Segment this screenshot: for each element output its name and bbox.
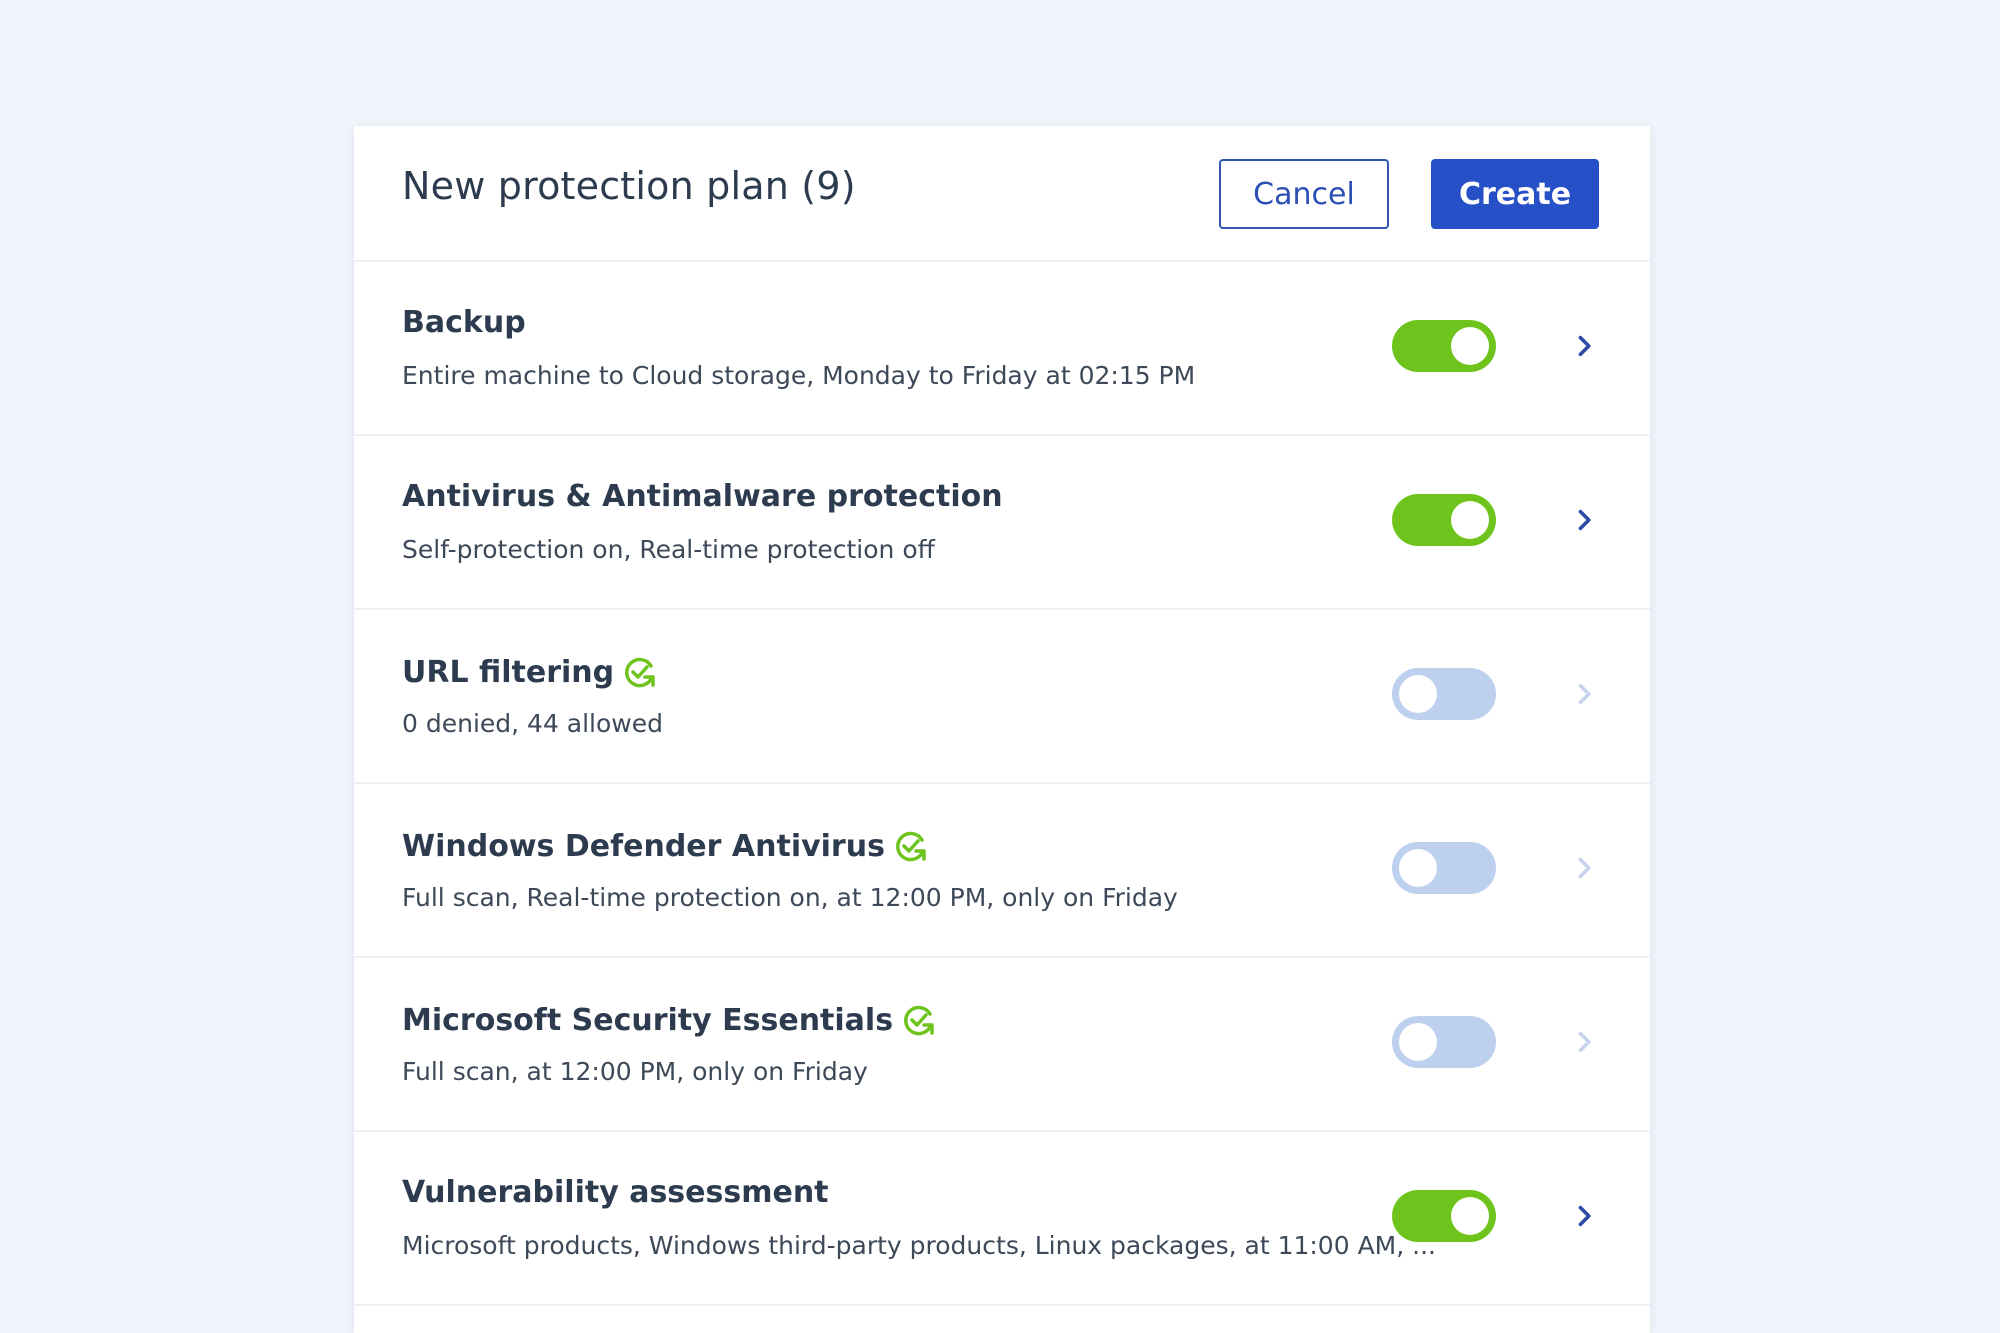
module-row-microsoft-security-essentials[interactable]: Microsoft Security Essentials Full scan, … [354, 958, 1650, 1132]
module-description-backup: Entire machine to Cloud storage, Monday … [402, 361, 1196, 390]
toggle-knob [1399, 1023, 1437, 1061]
module-description-microsoft-security-essentials: Full scan, at 12:00 PM, only on Friday [402, 1057, 868, 1086]
chevron-right-icon[interactable] [1566, 850, 1602, 886]
chevron-right-icon[interactable] [1566, 1198, 1602, 1234]
toggle-knob [1451, 327, 1489, 365]
toggle-vulnerability-assessment[interactable] [1392, 1190, 1496, 1242]
module-description-vulnerability-assessment: Microsoft products, Windows third-party … [402, 1231, 1436, 1260]
module-row-vulnerability-assessment[interactable]: Vulnerability assessment Microsoft produc… [354, 1132, 1650, 1306]
module-name-label: Microsoft Security Essentials [402, 1002, 894, 1038]
module-description-windows-defender-antivirus: Full scan, Real-time protection on, at 1… [402, 883, 1178, 912]
module-name-label: Backup [402, 305, 526, 340]
toggle-knob [1399, 849, 1437, 887]
module-name-label: URL filtering [402, 654, 615, 690]
cancel-button[interactable]: Cancel [1219, 159, 1389, 229]
toggle-microsoft-security-essentials[interactable] [1392, 1016, 1496, 1068]
sync-check-icon [625, 657, 655, 688]
module-name-microsoft-security-essentials: Microsoft Security Essentials [402, 1002, 937, 1038]
module-name-windows-defender-antivirus: Windows Defender Antivirus [402, 828, 929, 864]
module-row-url-filtering[interactable]: URL filtering 0 denied, 44 allowed [354, 610, 1650, 784]
module-name-vulnerability-assessment: Vulnerability assessment [402, 1176, 829, 1209]
sync-check-icon [896, 831, 926, 862]
module-name-label: Windows Defender Antivirus [402, 828, 885, 864]
chevron-right-icon[interactable] [1566, 502, 1602, 538]
module-description-antivirus-and-antimalware-protection: Self-protection on, Real-time protection… [402, 535, 935, 564]
toggle-antivirus-and-antimalware-protection[interactable] [1392, 494, 1496, 546]
chevron-right-icon[interactable] [1566, 1024, 1602, 1060]
toggle-backup[interactable] [1392, 320, 1496, 372]
toggle-knob [1451, 1197, 1489, 1235]
chevron-right-icon[interactable] [1566, 328, 1602, 364]
toggle-url-filtering[interactable] [1392, 668, 1496, 720]
module-row-antivirus-and-antimalware-protection[interactable]: Antivirus & Antimalware protection Self-p… [354, 436, 1650, 610]
toggle-knob [1451, 501, 1489, 539]
create-button[interactable]: Create [1431, 159, 1599, 229]
module-name-antivirus-and-antimalware-protection: Antivirus & Antimalware protection [402, 480, 1003, 513]
panel-header: New protection plan (9) Cancel Create [354, 126, 1650, 262]
page-title: New protection plan (9) [402, 164, 856, 208]
toggle-windows-defender-antivirus[interactable] [1392, 842, 1496, 894]
module-description-url-filtering: 0 denied, 44 allowed [402, 709, 663, 738]
toggle-knob [1399, 675, 1437, 713]
module-name-label: Antivirus & Antimalware protection [402, 479, 1003, 514]
module-name-label: Vulnerability assessment [402, 1175, 829, 1210]
chevron-right-icon[interactable] [1566, 676, 1602, 712]
protection-plan-panel: New protection plan (9) Cancel Create Ba… [354, 126, 1650, 1333]
module-row-backup[interactable]: Backup Entire machine to Cloud storage, M… [354, 262, 1650, 436]
module-name-url-filtering: URL filtering [402, 654, 658, 690]
module-name-backup: Backup [402, 306, 526, 339]
sync-check-icon [904, 1005, 934, 1036]
module-list: Backup Entire machine to Cloud storage, M… [354, 262, 1650, 1306]
module-row-windows-defender-antivirus[interactable]: Windows Defender Antivirus Full scan, Rea… [354, 784, 1650, 958]
